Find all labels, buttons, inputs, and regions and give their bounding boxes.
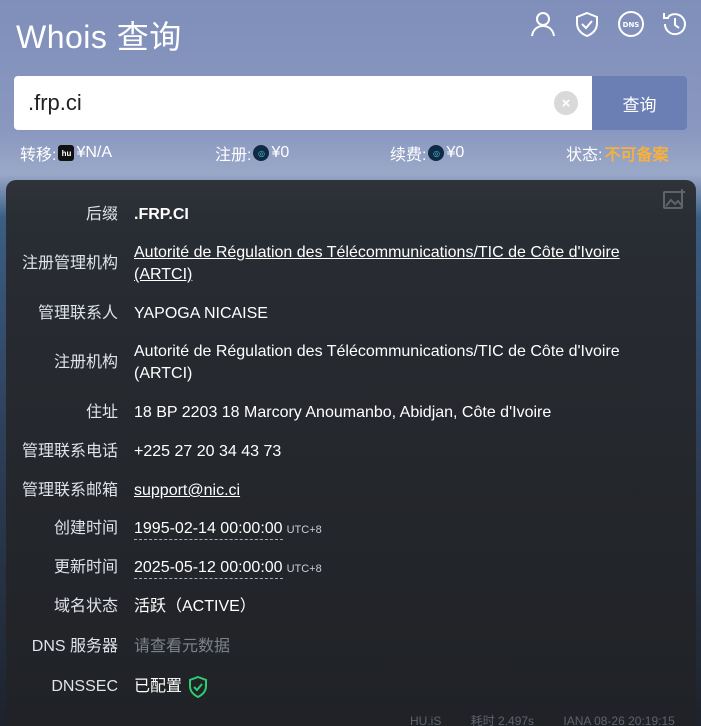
- updated-timezone: UTC+8: [286, 563, 322, 575]
- renew-price: 续费: ◎ ¥0: [390, 144, 465, 164]
- registrar-value: Autorité de Régulation des Télécommunica…: [134, 343, 620, 382]
- address-value: 18 BP 2203 18 Marcory Anoumanbo, Abidjan…: [134, 404, 552, 421]
- search-bar: × 查询: [14, 76, 687, 130]
- price-bar: 转移: hu ¥N/A 注册: ◎ ¥0 续费: ◎ ¥0 状态: 不可备案: [0, 138, 701, 164]
- admin-value: YAPOGA NICAISE: [134, 305, 268, 322]
- created-timezone: UTC+8: [286, 524, 322, 536]
- page-title: Whois 查询: [16, 19, 182, 55]
- suffix-value: .FRP.CI: [134, 206, 189, 223]
- transfer-price: 转移: hu ¥N/A: [20, 144, 113, 164]
- footer-iana: IANA 08-26 20:19:15: [563, 714, 675, 726]
- footer-elapsed: 耗时 2.497s: [470, 714, 535, 726]
- whois-result-card: 后缀 .FRP.CI 注册管理机构 Autorité de Régulation…: [6, 180, 696, 726]
- svg-text:DNS: DNS: [623, 21, 640, 29]
- created-date[interactable]: 1995-02-14 00:00:00: [134, 520, 283, 540]
- registrar-badge-icon: hu: [58, 145, 75, 161]
- dns-value: 请查看元数据: [134, 638, 231, 655]
- footer-source: HU.iS: [410, 714, 442, 726]
- shield-check-icon: [189, 676, 208, 698]
- domain-status-value: 活跃（ACTIVE）: [134, 598, 256, 615]
- register-price: 注册: ◎ ¥0: [215, 144, 290, 164]
- filing-status-value: 不可备案: [604, 147, 669, 164]
- search-button[interactable]: 查询: [592, 76, 687, 130]
- clear-icon[interactable]: ×: [554, 91, 578, 115]
- history-icon[interactable]: [661, 10, 689, 38]
- domain-search-input[interactable]: [14, 76, 592, 130]
- header-toolbar: DNS: [529, 10, 689, 38]
- registrar-logo-icon: ◎: [253, 145, 270, 161]
- filing-status: 状态: 不可备案: [566, 141, 668, 165]
- dns-icon[interactable]: DNS: [617, 10, 645, 38]
- app-header: Whois 查询 DNS: [0, 0, 701, 70]
- registry-link[interactable]: Autorité de Régulation des Télécommunica…: [134, 242, 674, 286]
- footer-meta: HU.iS 耗时 2.497s IANA 08-26 20:19:15: [410, 712, 701, 726]
- registrar-logo-icon: ◎: [428, 145, 445, 161]
- email-link[interactable]: support@nic.ci: [134, 482, 240, 499]
- updated-date[interactable]: 2025-05-12 00:00:00: [134, 559, 283, 579]
- user-icon[interactable]: [529, 10, 557, 38]
- phone-value: +225 27 20 34 43 73: [134, 443, 282, 460]
- shield-icon[interactable]: [573, 10, 601, 38]
- dnssec-value: 已配置: [134, 678, 183, 695]
